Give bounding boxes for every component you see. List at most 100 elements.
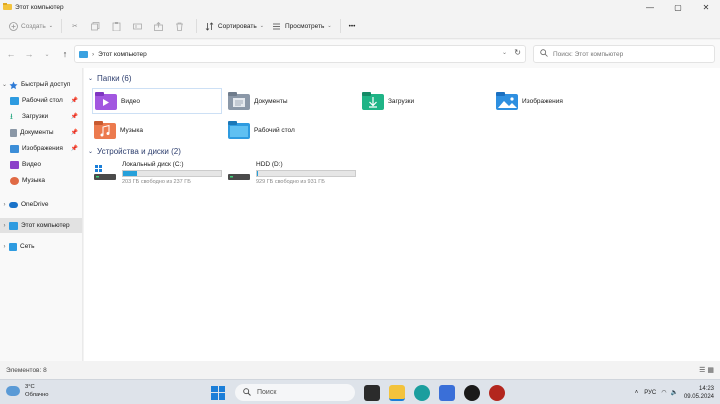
documents-folder-icon xyxy=(228,92,250,110)
store-icon[interactable] xyxy=(439,384,455,401)
chevron-up-icon[interactable]: ˄ xyxy=(635,390,639,396)
weather-condition: Облачно xyxy=(25,392,49,398)
divider xyxy=(339,19,341,33)
sidebar-item-onedrive[interactable]: › OneDrive xyxy=(0,197,82,212)
folder-label: Видео xyxy=(121,97,140,105)
volume-icon[interactable]: 🔈 xyxy=(670,389,677,396)
sort-label: Сортировать xyxy=(217,22,257,30)
edge-icon[interactable] xyxy=(414,384,430,401)
refresh-icon[interactable]: ↻ xyxy=(514,48,521,57)
documents-icon xyxy=(10,128,17,137)
drive-c[interactable]: Локальный диск (C:) 203 ГБ свободно из 2… xyxy=(94,161,224,187)
chevron-down-icon[interactable]: ⌄ xyxy=(502,49,507,56)
folder-downloads[interactable]: Загрузки xyxy=(360,88,490,114)
folder-music[interactable]: Музыка xyxy=(92,117,222,143)
sidebar-item-desktop[interactable]: Рабочий стол 📌 xyxy=(0,93,82,108)
music-folder-icon xyxy=(94,121,116,139)
sidebar-item-documents[interactable]: Документы 📌 xyxy=(0,125,82,140)
folder-desktop[interactable]: Рабочий стол xyxy=(226,117,356,143)
delete-button[interactable] xyxy=(171,17,192,35)
copy-icon xyxy=(91,21,101,31)
app-icon[interactable] xyxy=(489,384,505,401)
maximize-button[interactable]: ▢ xyxy=(664,0,692,14)
up-button[interactable]: ↑ xyxy=(56,45,74,63)
sidebar-item-quick-access[interactable]: ⌄ Быстрый доступ xyxy=(0,77,82,92)
sidebar-item-label: Рабочий стол xyxy=(22,97,63,104)
more-options-button[interactable]: ••• xyxy=(345,17,360,35)
back-button[interactable]: ← xyxy=(2,45,20,63)
recent-locations-button[interactable]: ⌄ xyxy=(38,45,56,63)
trash-icon xyxy=(175,21,185,31)
view-label: Просмотреть xyxy=(284,22,325,30)
copy-button[interactable] xyxy=(87,17,108,35)
pictures-icon xyxy=(10,144,19,153)
cut-button[interactable]: ✂ xyxy=(66,17,87,35)
chevron-down-icon[interactable]: ⌄ xyxy=(0,81,9,88)
address-bar[interactable]: › Этот компьютер ⌄ ↻ xyxy=(74,45,526,63)
video-folder-icon xyxy=(95,92,117,110)
sidebar-item-label: Этот компьютер xyxy=(21,222,70,229)
star-icon xyxy=(9,81,18,89)
breadcrumb-this-pc[interactable]: Этот компьютер xyxy=(98,51,147,58)
sidebar-item-downloads[interactable]: ⭳ Загрузки 📌 xyxy=(0,109,82,124)
chevron-right-icon[interactable]: › xyxy=(0,223,9,229)
drive-label: Локальный диск (C:) xyxy=(122,161,184,168)
view-button[interactable]: Просмотреть ⌄ xyxy=(268,17,336,35)
chevron-down-icon[interactable]: ⌄ xyxy=(88,75,93,82)
folder-video[interactable]: Видео xyxy=(92,88,222,114)
pin-icon: 📌 xyxy=(70,114,78,120)
temperature: 3°C xyxy=(25,384,35,390)
file-explorer-icon[interactable] xyxy=(389,384,405,401)
rename-button[interactable] xyxy=(129,17,150,35)
command-bar: Создать ⌄ ✂ Сортировать ⌄ Просмотреть ⌄ … xyxy=(0,14,720,39)
new-button[interactable]: Создать ⌄ xyxy=(4,17,57,35)
hard-drive-icon xyxy=(228,165,250,181)
pictures-folder-icon xyxy=(496,92,518,110)
chevron-right-icon[interactable]: › xyxy=(0,202,9,208)
paste-button[interactable] xyxy=(108,17,129,35)
folder-documents[interactable]: Документы xyxy=(226,88,356,114)
share-button[interactable] xyxy=(150,17,171,35)
sidebar-item-video[interactable]: Видео xyxy=(0,157,82,172)
drives-group-header[interactable]: ⌄ Устройства и диски (2) xyxy=(88,147,181,156)
sidebar-item-music[interactable]: Музыка xyxy=(0,173,82,188)
folder-label: Рабочий стол xyxy=(254,126,295,134)
date: 09.05.2024 xyxy=(683,393,714,400)
clock[interactable]: 14:23 09.05.2024 xyxy=(684,385,714,401)
chevron-down-icon[interactable]: ⌄ xyxy=(88,148,93,155)
rename-icon xyxy=(133,21,143,31)
video-icon xyxy=(10,160,19,169)
title-bar: Этот компьютер — ▢ ✕ xyxy=(0,0,720,14)
windows-drive-icon xyxy=(94,165,116,181)
forward-button[interactable]: → xyxy=(20,45,38,63)
view-toggle-icons[interactable]: ☰ ▦ xyxy=(699,366,714,374)
wifi-icon[interactable]: ◠ xyxy=(661,389,666,396)
search-input[interactable]: Поиск: Этот компьютер xyxy=(533,45,715,63)
taskbar-search[interactable]: Поиск xyxy=(235,384,355,401)
start-button[interactable] xyxy=(211,385,225,400)
chevron-right-icon[interactable]: › xyxy=(0,244,9,250)
status-bar: Элементов: 8 ☰ ▦ xyxy=(0,361,720,379)
weather-widget[interactable]: 3°C Облачно xyxy=(6,383,49,399)
folders-group-header[interactable]: ⌄ Папки (6) xyxy=(88,74,132,83)
sidebar-item-network[interactable]: › Сеть xyxy=(0,239,82,254)
drive-usage-fill xyxy=(257,171,258,176)
drive-d[interactable]: HDD (D:) 929 ГБ свободно из 931 ГБ xyxy=(228,161,358,187)
window-title: Этот компьютер xyxy=(15,3,64,11)
time: 14:23 xyxy=(698,385,714,392)
minimize-button[interactable]: — xyxy=(636,0,664,14)
downloads-folder-icon xyxy=(362,92,384,110)
sidebar-item-this-pc[interactable]: › Этот компьютер xyxy=(0,218,82,233)
folder-label: Изображения xyxy=(522,97,563,105)
app-icon[interactable] xyxy=(464,384,480,401)
sort-button[interactable]: Сортировать ⌄ xyxy=(201,17,268,35)
chevron-down-icon: ⌄ xyxy=(259,23,264,29)
sidebar-item-pictures[interactable]: Изображения 📌 xyxy=(0,141,82,156)
folder-pictures[interactable]: Изображения xyxy=(494,88,624,114)
search-icon xyxy=(243,387,251,398)
share-icon xyxy=(154,21,164,31)
close-button[interactable]: ✕ xyxy=(692,0,720,14)
pin-icon: 📌 xyxy=(70,98,78,104)
task-view-icon[interactable] xyxy=(364,384,380,401)
language-indicator[interactable]: РУС xyxy=(644,390,656,396)
